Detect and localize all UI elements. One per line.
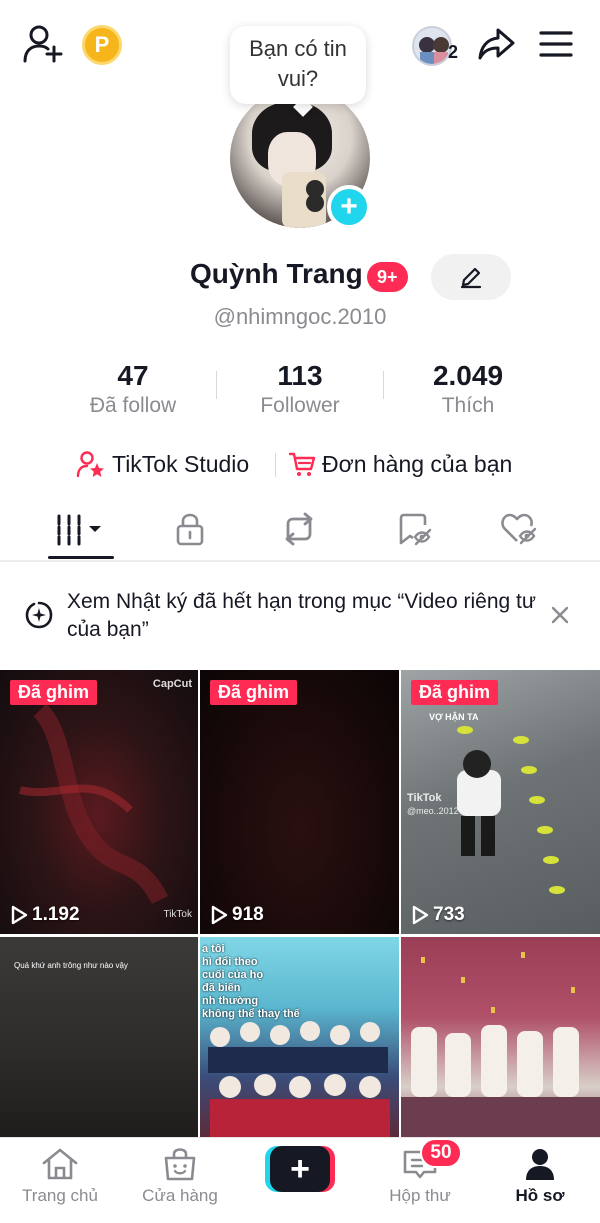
notice-text: Xem Nhật ký đã hết hạn trong mục “Video … [67, 590, 536, 641]
play-icon [211, 905, 228, 925]
menu-icon [539, 31, 573, 57]
heart-icon [501, 513, 537, 545]
video-overlay-text: a tôi hì đổi theo cuối của họ đã biến nh… [202, 943, 300, 1020]
view-count-value: 918 [232, 904, 264, 925]
video-thumbnail[interactable]: Quá khứ anh trông như nào vậy [0, 937, 198, 1137]
active-tab-indicator [48, 556, 114, 559]
nav-home[interactable]: Trang chủ [0, 1146, 120, 1206]
plus-icon: + [270, 1146, 330, 1192]
video-thumbnail[interactable]: a tôi hì đổi theo cuối của họ đã biến nh… [200, 937, 399, 1137]
edit-profile-button[interactable] [431, 254, 511, 300]
view-count-value: 733 [433, 904, 465, 925]
video-thumbnail[interactable]: Đã ghim CapCut TikTok 1.192 [0, 670, 198, 934]
grid-icon [57, 514, 101, 546]
play-icon [412, 905, 429, 925]
stat-likes-label: Thích [441, 394, 495, 417]
cart-icon [288, 452, 316, 476]
pinned-badge: Đã ghim [210, 680, 298, 705]
video-overlay-text: VỢ HẬN TA [429, 712, 479, 722]
pinned-badge: Đã ghim [411, 680, 499, 705]
tiktok-watermark: TikTok [163, 909, 192, 920]
add-friend-icon [23, 25, 63, 63]
friends-avatar[interactable] [412, 26, 452, 66]
orders-label: Đơn hàng của bạn [322, 450, 513, 477]
view-count: 918 [210, 904, 264, 926]
add-friend-button[interactable] [20, 22, 66, 66]
view-count-value: 1.192 [32, 904, 80, 925]
notice-close-button[interactable] [545, 600, 575, 630]
tiktok-studio-label: TikTok Studio [112, 450, 250, 477]
lock-icon [176, 513, 204, 546]
name-badge[interactable]: 9+ [367, 262, 408, 292]
display-name: Quỳnh Trang [190, 258, 363, 289]
friends-count: 2 [448, 42, 459, 62]
capcut-watermark: CapCut [152, 678, 192, 690]
nav-inbox-label: Hộp thư [389, 1186, 451, 1205]
tab-liked[interactable] [484, 505, 554, 553]
stat-followers-label: Follower [260, 394, 340, 417]
links-divider [275, 453, 276, 477]
close-icon [551, 606, 569, 624]
video-thumbnail-art [19, 703, 169, 905]
username: @nhimngoc.2010 [213, 304, 387, 329]
tabs-divider [0, 560, 600, 562]
play-icon [11, 905, 28, 925]
bookmark-icon [399, 513, 432, 546]
nav-home-label: Trang chủ [22, 1186, 98, 1205]
nav-shop[interactable]: Cửa hàng [120, 1146, 240, 1206]
video-thumbnail[interactable] [401, 937, 600, 1137]
tab-reposts[interactable] [264, 505, 334, 553]
stat-following[interactable]: 47 Đã follow [48, 360, 218, 418]
stat-followers-value: 113 [277, 360, 323, 391]
share-button[interactable] [474, 22, 518, 66]
stat-following-value: 47 [117, 360, 149, 391]
profile-icon [526, 1149, 554, 1180]
create-button[interactable]: + [265, 1146, 335, 1192]
stat-followers[interactable]: 113 Follower [215, 360, 385, 418]
stat-following-label: Đã follow [89, 394, 177, 417]
pinned-badge: Đã ghim [10, 680, 98, 705]
tiktok-studio-link[interactable]: TikTok Studio [76, 448, 249, 480]
view-count: 1.192 [10, 904, 80, 926]
stat-likes-value: 2.049 [432, 360, 504, 391]
tab-videos[interactable] [45, 505, 115, 553]
tab-favorites[interactable] [380, 505, 450, 553]
view-count: 733 [411, 904, 465, 926]
repost-icon [285, 512, 313, 546]
status-bubble[interactable]: Bạn có tin vui? [230, 26, 366, 104]
tiktok-watermark: TikTok [407, 792, 442, 804]
video-thumbnail[interactable]: Đã ghim 918 [200, 670, 399, 934]
orders-link[interactable]: Đơn hàng của bạn [288, 448, 512, 480]
home-icon [42, 1148, 78, 1180]
nav-shop-label: Cửa hàng [142, 1186, 218, 1205]
shopping-bag-icon [164, 1148, 196, 1181]
nav-profile-label: Hồ sơ [515, 1186, 565, 1205]
bottom-nav: Trang chủ Cửa hàng + Hộp thư Hồ sơ [0, 1137, 600, 1223]
tiktok-watermark-handle: @meo..2012 [407, 806, 459, 816]
friends-avatar-art [419, 37, 449, 64]
video-thumbnail-art [401, 952, 600, 1137]
inbox-badge: 50 [420, 1138, 462, 1168]
video-thumbnail[interactable]: Đã ghim VỢ HẬN TA TikTok @meo..2012 733 [401, 670, 600, 934]
stat-likes[interactable]: 2.049 Thích [383, 360, 553, 418]
story-plus-icon [24, 600, 54, 630]
pencil-icon [460, 267, 482, 289]
avatar-add-button[interactable]: + [327, 185, 371, 229]
nav-profile[interactable]: Hồ sơ [480, 1146, 600, 1206]
studio-icon [76, 451, 104, 478]
tab-private[interactable] [155, 505, 225, 553]
coin-icon[interactable]: P [82, 25, 122, 65]
share-icon [478, 28, 515, 60]
video-overlay-text: Quá khứ anh trông như nào vậy [14, 961, 128, 970]
menu-button[interactable] [536, 24, 576, 64]
